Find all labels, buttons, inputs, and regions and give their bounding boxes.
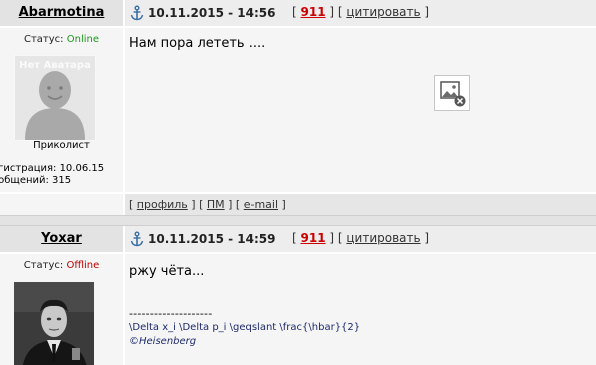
author-sidebar: Статус: Online Нет Аватара Приколист еги…: [0, 28, 123, 192]
status-offline: Offline: [66, 260, 100, 271]
signature-separator: --------------------: [129, 307, 213, 320]
registration-date: егистрация: 10.06.15: [0, 163, 105, 174]
anchor-icon[interactable]: [130, 5, 144, 21]
status-line: Статус: Offline: [0, 260, 123, 271]
post-body: ржу чёта... -------------------- \Delta …: [125, 254, 596, 365]
author-header-cell: Yoxar: [0, 226, 123, 252]
post-meta-cell: 10.11.2015 - 14:59 [ 911 ] [ цитировать …: [125, 226, 596, 252]
pm-link[interactable]: ПМ: [207, 198, 225, 211]
post-number-link[interactable]: 911: [301, 231, 326, 245]
post-meta-cell: 10.11.2015 - 14:56 [ 911 ] [ цитировать …: [125, 0, 596, 26]
post-actions: [ 911 ] [ цитировать ]: [292, 231, 430, 245]
broken-image-icon: [434, 75, 470, 111]
footer-left-cell: [0, 194, 123, 215]
post-header: Abarmotina 10.11.2015 - 14:56 [ 911 ] [ …: [0, 0, 596, 26]
post-date: 10.11.2015 - 14:56: [148, 6, 276, 20]
status-label: Статус:: [23, 260, 64, 271]
signature-author: ©Heisenberg: [129, 336, 197, 347]
signature-formula: \Delta x_i \Delta p_i \geqslant \frac{\h…: [129, 322, 361, 333]
message-count: ообщений: 315: [0, 175, 72, 186]
post-message: Нам пора лететь ....: [129, 36, 266, 51]
post-header: Yoxar 10.11.2015 - 14:59 [ 911 ] [ цитир…: [0, 226, 596, 252]
quote-link[interactable]: цитировать: [346, 231, 420, 245]
status-label: Статус:: [24, 34, 64, 45]
post-message: ржу чёта...: [129, 264, 205, 279]
post-actions: [ 911 ] [ цитировать ]: [292, 5, 430, 19]
post-divider: [0, 215, 596, 226]
avatar[interactable]: [14, 282, 94, 365]
status-line: Статус: Online: [0, 34, 123, 45]
profile-link[interactable]: профиль: [137, 198, 188, 211]
user-stats: егистрация: 10.06.15 ообщений: 315: [0, 163, 104, 187]
post-number-link[interactable]: 911: [301, 5, 326, 19]
author-name-link[interactable]: Yoxar: [0, 231, 123, 246]
email-link[interactable]: e-mail: [244, 198, 278, 211]
forum-post: Yoxar 10.11.2015 - 14:59 [ 911 ] [ цитир…: [0, 226, 596, 365]
author-name-link[interactable]: Abarmotina: [0, 5, 123, 20]
status-online: Online: [66, 34, 99, 45]
forum-post: Abarmotina 10.11.2015 - 14:56 [ 911 ] [ …: [0, 0, 596, 226]
post-footer: [ профиль ] [ ПМ ] [ e-mail ]: [125, 194, 596, 215]
post-body: Нам пора лететь ....: [125, 28, 596, 192]
post-date: 10.11.2015 - 14:59: [148, 232, 276, 246]
user-title: Приколист: [33, 140, 90, 151]
avatar[interactable]: Нет Аватара: [14, 55, 96, 141]
avatar-photo: [14, 282, 94, 365]
footer-links: [ профиль ] [ ПМ ] [ e-mail ]: [129, 198, 286, 211]
author-header-cell: Abarmotina: [0, 0, 123, 26]
anchor-icon[interactable]: [130, 231, 144, 247]
author-sidebar: Статус: Offline: [0, 254, 123, 365]
no-avatar-label: Нет Аватара: [19, 60, 91, 71]
quote-link[interactable]: цитировать: [346, 5, 420, 19]
